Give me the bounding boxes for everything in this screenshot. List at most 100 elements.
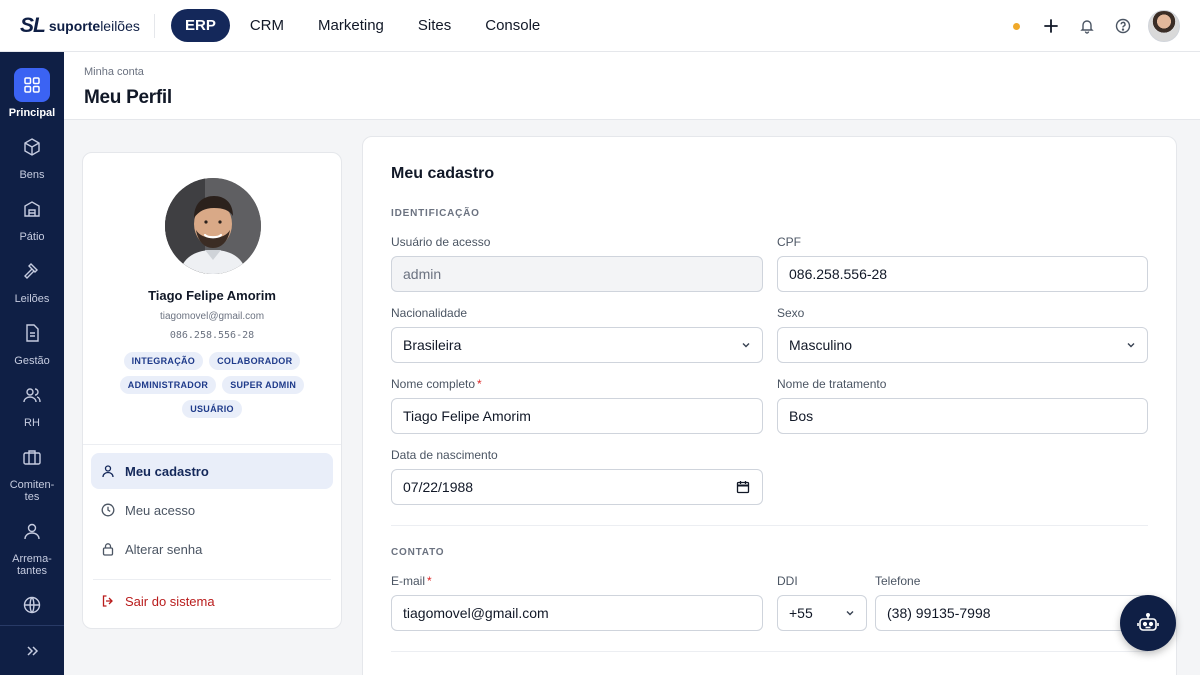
profile-name: Tiago Felipe Amorim	[148, 288, 276, 303]
sidebar-item-label: Arrema- tantes	[12, 553, 52, 577]
nacionalidade-label: Nacionalidade	[391, 306, 468, 320]
brand-mark: SL	[20, 13, 46, 37]
sidebar-item-arrematantes[interactable]: Arrema- tantes	[0, 514, 64, 577]
telefone-label: Telefone	[875, 574, 921, 588]
nav-erp[interactable]: ERP	[171, 9, 230, 42]
profile-cpf: 086.258.556-28	[169, 330, 255, 341]
sidebar-item-sites[interactable]	[0, 588, 64, 627]
usuario-label: Usuário de acesso	[391, 235, 491, 249]
user-icon	[14, 514, 50, 548]
cpf-value: 086.258.556-28	[789, 266, 888, 282]
menu-label: Alterar senha	[125, 541, 203, 557]
divider	[93, 579, 331, 580]
chevron-down-icon	[742, 343, 750, 348]
form-card: Meu cadastro IDENTIFICAÇÃO Usuário de ac…	[362, 136, 1177, 675]
section-divider	[391, 651, 1148, 652]
sidebar-item-label: Comiten- tes	[9, 479, 55, 503]
lock-icon	[102, 543, 114, 556]
menu-sair-do-sistema[interactable]: Sair do sistema	[91, 583, 333, 619]
calendar-icon[interactable]	[736, 480, 750, 494]
required-mark: *	[477, 377, 482, 391]
profile-photo	[165, 178, 261, 274]
usuario-field: admin	[391, 256, 763, 292]
sidebar-item-leiloes[interactable]: Leilões	[0, 254, 64, 305]
nascimento-value: 07/22/1988	[403, 479, 474, 495]
nav-crm[interactable]: CRM	[236, 9, 298, 42]
role-badge: INTEGRAÇÃO	[123, 352, 204, 370]
page-title: Meu Perfil	[84, 87, 172, 108]
sidebar-item-label: Leilões	[14, 293, 50, 305]
nav-console[interactable]: Console	[471, 9, 554, 42]
status-dot	[1013, 22, 1020, 30]
robot-icon	[1137, 612, 1159, 631]
nacionalidade-value: Brasileira	[403, 337, 462, 353]
gavel-icon	[14, 254, 50, 288]
sidebar-item-bens[interactable]: Bens	[0, 130, 64, 181]
nav-sites[interactable]: Sites	[404, 9, 465, 42]
menu-label: Meu acesso	[125, 502, 196, 518]
grid-icon	[14, 68, 50, 102]
top-nav: ERP CRM Marketing Sites Console	[171, 9, 554, 42]
chevron-down-icon	[846, 611, 854, 616]
cube-icon	[14, 130, 50, 164]
sidebar-item-rh[interactable]: RH	[0, 378, 64, 429]
data-nascimento-field[interactable]: 07/22/1988	[391, 469, 763, 505]
chevrons-right-icon	[27, 645, 39, 656]
tratamento-value: Bos	[789, 408, 814, 424]
help-icon[interactable]	[1112, 15, 1134, 37]
nascimento-label: Data de nascimento	[391, 448, 498, 462]
profile-email: tiagomovel@gmail.com	[159, 311, 265, 322]
nav-marketing[interactable]: Marketing	[304, 9, 398, 42]
sidebar-item-label: Gestão	[14, 355, 50, 367]
telefone-field[interactable]: (38) 99135-7998	[875, 595, 1148, 631]
ddi-select[interactable]: +55	[777, 595, 867, 631]
section-divider	[391, 525, 1148, 526]
bell-icon[interactable]	[1076, 15, 1098, 37]
role-badges: INTEGRAÇÃO COLABORADOR ADMINISTRADOR SUP…	[105, 352, 319, 418]
email-field[interactable]: tiagomovel@gmail.com	[391, 595, 763, 631]
section-identificacao: IDENTIFICAÇÃO	[391, 208, 480, 219]
clock-icon	[101, 503, 115, 517]
menu-meu-acesso[interactable]: Meu acesso	[91, 492, 333, 528]
sidebar-item-label: Bens	[19, 169, 45, 181]
tratamento-label: Nome de tratamento	[777, 377, 887, 391]
cpf-field[interactable]: 086.258.556-28	[777, 256, 1148, 292]
telefone-value: (38) 99135-7998	[887, 605, 991, 621]
sexo-select[interactable]: Masculino	[777, 327, 1148, 363]
brand-name: suporteleilões	[48, 17, 140, 34]
sidebar: Principal Bens Pátio Leilões Gestão RH C…	[0, 52, 64, 675]
menu-meu-cadastro[interactable]: Meu cadastro	[91, 453, 333, 489]
logout-icon	[102, 595, 113, 607]
sidebar-item-label: RH	[24, 417, 40, 429]
menu-alterar-senha[interactable]: Alterar senha	[91, 531, 333, 567]
briefcase-icon	[14, 440, 50, 474]
top-actions	[1013, 0, 1180, 52]
cpf-label: CPF	[777, 235, 801, 249]
role-badge: COLABORADOR	[209, 352, 301, 370]
sidebar-item-label: Pátio	[19, 231, 45, 243]
breadcrumb[interactable]: Minha conta	[84, 66, 144, 78]
section-contato: CONTATO	[391, 547, 445, 558]
menu-label: Meu cadastro	[125, 463, 209, 479]
nome-label: Nome completo *	[391, 377, 482, 391]
plus-icon[interactable]	[1040, 15, 1062, 37]
user-avatar[interactable]	[1148, 10, 1180, 42]
sidebar-collapse-button[interactable]	[0, 625, 64, 675]
chatbot-button[interactable]	[1120, 595, 1176, 651]
document-icon	[14, 316, 50, 350]
role-badge: SUPER ADMIN	[222, 376, 305, 394]
sidebar-item-comitentes[interactable]: Comiten- tes	[0, 440, 64, 503]
role-badge: ADMINISTRADOR	[119, 376, 217, 394]
sidebar-item-gestao[interactable]: Gestão	[0, 316, 64, 367]
users-icon	[14, 378, 50, 412]
sidebar-item-patio[interactable]: Pátio	[0, 192, 64, 243]
divider	[83, 444, 341, 445]
sidebar-item-label: Principal	[8, 107, 56, 119]
nome-completo-field[interactable]: Tiago Felipe Amorim	[391, 398, 763, 434]
usuario-value: admin	[403, 266, 442, 282]
sidebar-item-principal[interactable]: Principal	[0, 68, 64, 119]
nacionalidade-select[interactable]: Brasileira	[391, 327, 763, 363]
globe-icon	[14, 588, 50, 622]
nome-tratamento-field[interactable]: Bos	[777, 398, 1148, 434]
brand-logo[interactable]: SL suporteleilões	[0, 13, 155, 38]
